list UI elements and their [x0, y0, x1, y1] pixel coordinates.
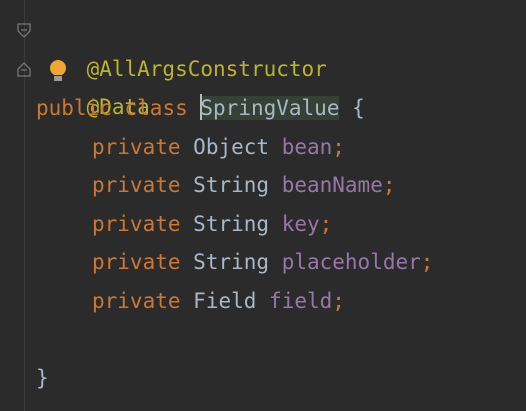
code-editor[interactable]: @AllArgsConstructor @Data public class S…: [0, 0, 526, 411]
code-line[interactable]: public class SpringValue {: [36, 89, 365, 127]
semicolon: ;: [332, 289, 345, 313]
code-line[interactable]: @AllArgsConstructor: [36, 12, 327, 81]
field-name: field: [269, 289, 333, 313]
keyword-private: private: [92, 250, 181, 274]
lightbulb-glow: [50, 60, 66, 76]
code-line[interactable]: private String key;: [36, 205, 332, 243]
field-name: bean: [281, 135, 333, 159]
type-name: String: [193, 173, 270, 197]
field-name: key: [281, 212, 320, 236]
open-brace: {: [352, 96, 365, 120]
fold-marker-icon[interactable]: [17, 61, 31, 77]
lightbulb-icon[interactable]: [50, 60, 68, 84]
class-name[interactable]: SpringValue: [200, 96, 340, 120]
code-line[interactable]: private String placeholder;: [36, 243, 433, 281]
type-name: String: [193, 212, 270, 236]
semicolon: ;: [382, 173, 396, 197]
code-line[interactable]: private Field field;: [36, 282, 345, 320]
code-line[interactable]: }: [36, 359, 49, 397]
keyword-public: public: [36, 96, 112, 120]
code-line[interactable]: private Object bean;: [36, 128, 345, 166]
semicolon: ;: [420, 250, 434, 274]
code-line[interactable]: private String beanName;: [36, 166, 396, 204]
keyword-class: class: [124, 96, 188, 120]
keyword-private: private: [92, 135, 181, 159]
type-name: Field: [193, 289, 257, 313]
keyword-private: private: [92, 173, 181, 197]
lightbulb-base: [54, 75, 62, 81]
text-caret: [200, 94, 203, 120]
semicolon: ;: [319, 212, 333, 236]
close-brace: }: [36, 366, 49, 390]
type-name: String: [193, 250, 270, 274]
semicolon: ;: [332, 135, 345, 159]
keyword-private: private: [92, 289, 181, 313]
editor-gutter[interactable]: [0, 0, 31, 411]
keyword-private: private: [92, 212, 181, 236]
field-name: beanName: [281, 173, 383, 197]
type-name: Object: [193, 135, 270, 159]
field-name: placeholder: [281, 250, 421, 274]
fold-marker-icon[interactable]: [17, 23, 31, 39]
